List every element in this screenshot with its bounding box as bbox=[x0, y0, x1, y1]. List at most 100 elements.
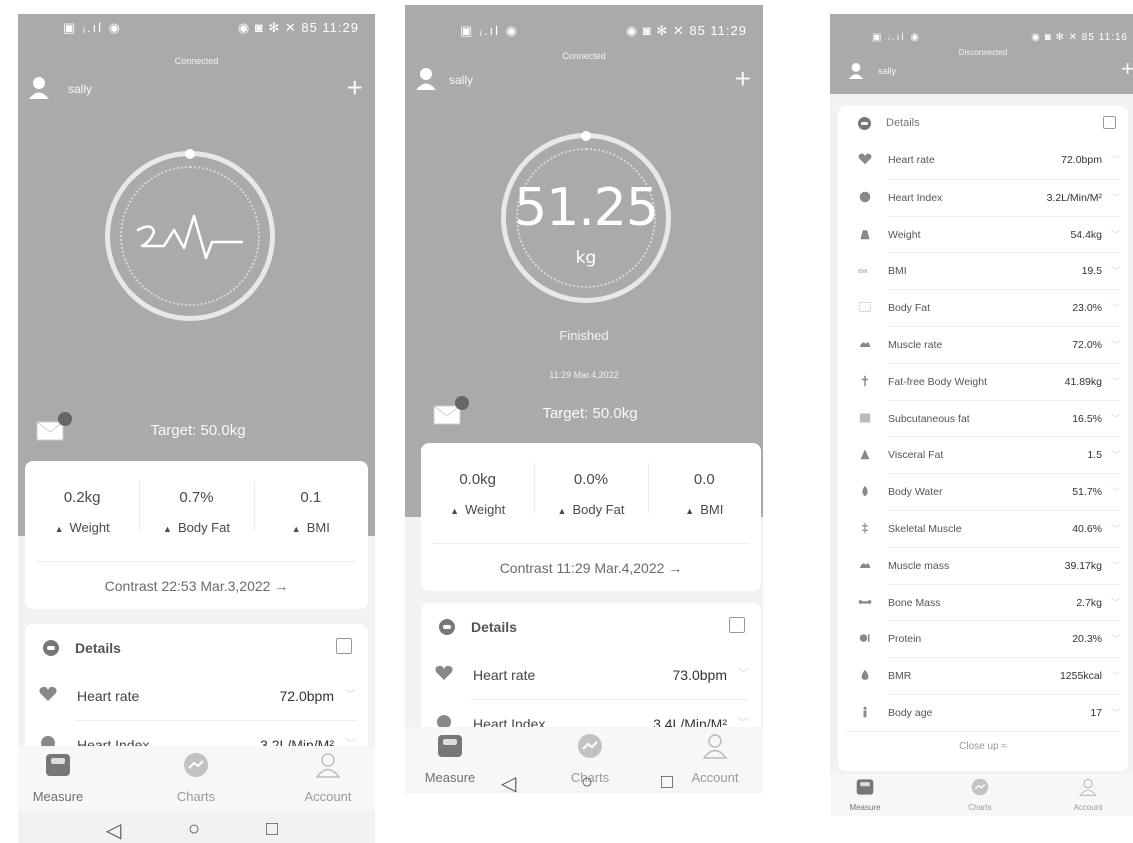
user-avatar-icon[interactable] bbox=[415, 67, 437, 91]
ring-indicator-dot bbox=[581, 131, 591, 141]
message-button[interactable] bbox=[36, 412, 72, 441]
status-time: 11:29 bbox=[322, 20, 359, 35]
detail-name: Fat-free Body Weight bbox=[888, 375, 988, 388]
connection-status: Connected bbox=[174, 56, 219, 66]
compare-value: 0.2kg bbox=[63, 489, 101, 506]
chevron-down-icon: ﹀ bbox=[345, 689, 356, 701]
detail-row[interactable]: Muscle rate 72.0% ﹀ bbox=[859, 325, 1120, 363]
recents-nav-icon[interactable]: □ bbox=[266, 818, 278, 841]
detail-row[interactable]: Weight 54.4kg ﹀ bbox=[860, 215, 1120, 253]
status-left-icons: ▣ ᵢ.ıl ◉ bbox=[63, 20, 123, 35]
add-button[interactable]: + bbox=[1121, 56, 1133, 82]
back-nav-icon[interactable]: ◁ bbox=[106, 818, 121, 843]
compare-value: 0.0kg bbox=[459, 471, 497, 488]
detail-row[interactable]: Subcutaneous fat 16.5% ﹀ bbox=[859, 399, 1120, 437]
detail-row[interactable]: Fat-free Body Weight 41.89kg ﹀ bbox=[862, 362, 1120, 400]
detail-value: 16.5% bbox=[1072, 412, 1102, 425]
chevron-down-icon: ﹀ bbox=[1110, 487, 1120, 498]
add-button[interactable]: + bbox=[735, 63, 751, 95]
detail-value: 3.2L/Min/M² bbox=[1046, 191, 1102, 204]
tab-charts[interactable]: Charts bbox=[950, 778, 1010, 812]
detail-row-heart-rate[interactable]: Heart rate 72.0bpm ﹀ bbox=[39, 672, 356, 720]
user-avatar-icon[interactable] bbox=[848, 62, 864, 80]
detail-row[interactable]: Heart rate 72.0bpm ﹀ bbox=[858, 142, 1120, 179]
detail-name: Muscle rate bbox=[888, 338, 943, 351]
detail-row[interactable]: Muscle mass 39.17kg ﹀ bbox=[859, 546, 1120, 584]
contrast-link[interactable]: Contrast 11:29 Mar.4,2022 → bbox=[433, 543, 749, 585]
chevron-down-icon: ﹀ bbox=[1110, 523, 1120, 534]
detail-value: 1.5 bbox=[1087, 449, 1102, 462]
message-button[interactable] bbox=[433, 396, 469, 425]
detail-name: BMR bbox=[888, 670, 912, 683]
charts-icon bbox=[184, 753, 208, 777]
status-right: ◉ ◙ ✻ ✕ 85 11:29 bbox=[626, 23, 747, 39]
heart-icon bbox=[435, 665, 453, 680]
contrast-link[interactable]: Contrast 22:53 Mar.3,2022 → bbox=[37, 561, 356, 603]
home-nav-icon[interactable]: ○ bbox=[188, 818, 200, 841]
compare-weight: 0.0kg ▲ Weight bbox=[421, 443, 534, 543]
compare-value: 0.0 bbox=[693, 471, 715, 488]
heart-index-icon bbox=[859, 191, 871, 203]
tab-charts[interactable]: Charts bbox=[156, 752, 236, 804]
detail-name: Muscle mass bbox=[888, 559, 950, 572]
detail-row[interactable]: Body Fat 23.0% ﹀ bbox=[859, 289, 1120, 326]
share-icon[interactable] bbox=[1103, 116, 1116, 129]
username[interactable]: sally bbox=[68, 82, 92, 96]
add-button[interactable]: + bbox=[347, 72, 363, 104]
chevron-down-icon: ﹀ bbox=[1110, 339, 1120, 350]
chevron-down-icon: ﹀ bbox=[1110, 192, 1120, 203]
detail-row[interactable]: Protein 20.3% ﹀ bbox=[859, 620, 1120, 657]
home-nav-icon[interactable]: ○ bbox=[581, 771, 593, 793]
compare-label: Weight bbox=[69, 520, 110, 535]
status-bar: ▣ ᵢ.ıl ◉ ◉ ◙ ✻ ✕ 85 11:29 bbox=[405, 5, 763, 38]
status-time: 11:16 bbox=[1098, 32, 1128, 43]
detail-row[interactable]: Heart Index 3.2L/Min/M² ﹀ bbox=[859, 178, 1120, 216]
username[interactable]: sally bbox=[878, 66, 896, 76]
heart-icon bbox=[858, 153, 872, 165]
detail-row[interactable]: Skeletal Muscle 40.6% ﹀ bbox=[862, 509, 1120, 547]
detail-row[interactable]: Visceral Fat 1.5 ﹀ bbox=[860, 436, 1120, 473]
details-icon bbox=[858, 117, 871, 130]
tab-account[interactable]: Account bbox=[288, 752, 368, 804]
detail-value: 19.5 bbox=[1081, 265, 1102, 278]
detail-row[interactable]: Bone Mass 2.7kg ﹀ bbox=[858, 583, 1120, 621]
detail-row[interactable]: Body Water 51.7% ﹀ bbox=[862, 473, 1120, 510]
up-arrow-icon: ▲ bbox=[54, 524, 64, 534]
detail-value: 41.89kg bbox=[1064, 375, 1102, 388]
tab-measure[interactable]: Measure bbox=[835, 778, 895, 812]
username[interactable]: sally bbox=[449, 73, 473, 87]
detail-row-heart-rate[interactable]: Heart rate 73.0bpm ﹀ bbox=[435, 651, 749, 699]
charts-icon bbox=[971, 778, 989, 796]
measure-ring: 51.25 kg bbox=[501, 131, 671, 303]
scale-icon bbox=[46, 754, 70, 776]
details-icon bbox=[43, 640, 59, 656]
compare-value: 0.0% bbox=[573, 471, 609, 488]
detail-name: Protein bbox=[888, 633, 922, 646]
detail-value: 72.0% bbox=[1072, 338, 1102, 351]
body-fat-icon bbox=[859, 302, 871, 313]
chevron-down-icon: ﹀ bbox=[1110, 707, 1120, 718]
detail-row[interactable]: BMI BMI 19.5 ﹀ bbox=[858, 252, 1120, 289]
tab-label: Measure bbox=[32, 789, 84, 804]
connection-status: Disconnected bbox=[958, 48, 1008, 57]
share-icon[interactable] bbox=[336, 638, 352, 654]
close-up-button[interactable]: Close up ≈ bbox=[846, 730, 1120, 759]
up-arrow-icon: ▲ bbox=[557, 506, 567, 516]
share-icon[interactable] bbox=[729, 617, 745, 633]
user-avatar-icon[interactable] bbox=[28, 76, 50, 100]
detail-row[interactable]: BMR 1255kcal ﹀ bbox=[861, 657, 1120, 694]
recents-nav-icon[interactable]: □ bbox=[661, 771, 673, 793]
bmi-icon: BMI bbox=[858, 269, 867, 275]
user-row: sally + bbox=[405, 63, 763, 95]
tab-account[interactable]: Account bbox=[1058, 778, 1118, 812]
chevron-down-icon: ﹀ bbox=[1110, 155, 1120, 165]
detail-row[interactable]: Body age 17 ﹀ bbox=[863, 693, 1120, 731]
target-weight: Target: 50.0kg bbox=[542, 405, 638, 422]
detail-name: Body age bbox=[888, 706, 933, 719]
status-right-icons: ◉ ◙ ✻ ✕ 85 bbox=[237, 20, 318, 35]
visceral-fat-icon bbox=[860, 449, 870, 460]
tab-label: Account bbox=[304, 789, 352, 804]
back-nav-icon[interactable]: ◁ bbox=[501, 771, 516, 793]
tab-measure[interactable]: Measure bbox=[18, 752, 98, 804]
status-right: ◉ ◙ ✻ ✕ 85 11:29 bbox=[238, 20, 359, 36]
